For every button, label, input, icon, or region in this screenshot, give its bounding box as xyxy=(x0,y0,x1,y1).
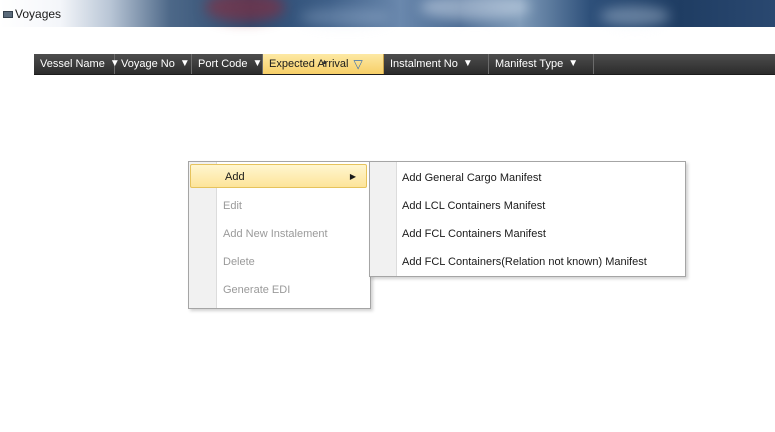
column-header-expected-arrival[interactable]: ▲ Expected Arrival ▽ xyxy=(263,54,384,74)
window-title: Voyages xyxy=(15,7,62,21)
column-header-voyage-no[interactable]: Voyage No ▼ xyxy=(115,54,192,74)
menu-item-label: Generate EDI xyxy=(223,284,291,296)
menu-item-delete[interactable]: Delete xyxy=(189,248,370,276)
window-minimize-icon[interactable] xyxy=(3,11,13,18)
add-submenu: Add General Cargo Manifest Add LCL Conta… xyxy=(369,161,686,277)
filter-icon[interactable]: ▽ xyxy=(353,54,362,74)
column-header-label: Voyage No xyxy=(121,58,175,70)
menu-item-label: Add FCL Containers Manifest xyxy=(402,228,546,240)
menu-item-label: Add xyxy=(225,171,245,183)
menu-item-add[interactable]: Add ▶ xyxy=(190,164,367,188)
submenu-arrow-icon: ▶ xyxy=(349,172,356,181)
title-bar-decoration xyxy=(205,0,285,22)
column-header-label: Vessel Name xyxy=(40,58,105,70)
column-header-port-code[interactable]: Port Code ▼ xyxy=(192,54,263,74)
title-bar-decoration xyxy=(600,6,670,26)
window-title-bar[interactable]: Voyages xyxy=(0,0,775,27)
filter-icon[interactable]: ▼ xyxy=(568,54,578,74)
filter-icon[interactable]: ▼ xyxy=(180,54,190,74)
grid-header: Vessel Name ▼ Voyage No ▼ Port Code ▼ ▲ Exp… xyxy=(34,54,775,75)
filter-icon[interactable]: ▼ xyxy=(253,54,263,74)
submenu-item-add-fcl-containers-manifest[interactable]: Add FCL Containers Manifest xyxy=(370,220,685,248)
column-header-label: Manifest Type xyxy=(495,58,564,70)
column-header-instalment-no[interactable]: Instalment No ▼ xyxy=(384,54,489,74)
column-header-label: Instalment No xyxy=(390,58,458,70)
submenu-item-add-lcl-containers-manifest[interactable]: Add LCL Containers Manifest xyxy=(370,192,685,220)
menu-item-edit[interactable]: Edit xyxy=(189,192,370,220)
menu-item-label: Add New Instalement xyxy=(223,228,328,240)
column-header-vessel-name[interactable]: Vessel Name ▼ xyxy=(34,54,120,74)
menu-item-add-new-instalement[interactable]: Add New Instalement xyxy=(189,220,370,248)
column-header-manifest-type[interactable]: Manifest Type ▼ xyxy=(489,54,594,74)
filter-icon[interactable]: ▼ xyxy=(463,54,473,74)
title-bar-decoration xyxy=(300,8,390,26)
menu-item-label: Add LCL Containers Manifest xyxy=(402,200,546,212)
submenu-item-add-fcl-containers-relation-unknown-manifest[interactable]: Add FCL Containers(Relation not known) M… xyxy=(370,248,685,276)
menu-item-label: Add General Cargo Manifest xyxy=(402,172,542,184)
title-bar-decoration xyxy=(420,0,530,20)
menu-item-label: Delete xyxy=(223,256,255,268)
submenu-item-add-general-cargo-manifest[interactable]: Add General Cargo Manifest xyxy=(370,164,685,192)
menu-item-label: Edit xyxy=(223,200,242,212)
column-header-label: Port Code xyxy=(198,58,248,70)
sort-indicator-icon: ▲ xyxy=(321,59,328,66)
menu-item-label: Add FCL Containers(Relation not known) M… xyxy=(402,256,647,268)
column-header-label: Expected Arrival xyxy=(269,58,349,70)
menu-item-generate-edi[interactable]: Generate EDI xyxy=(189,276,370,304)
context-menu: Add ▶ Edit Add New Instalement Delete Ge… xyxy=(188,161,371,309)
